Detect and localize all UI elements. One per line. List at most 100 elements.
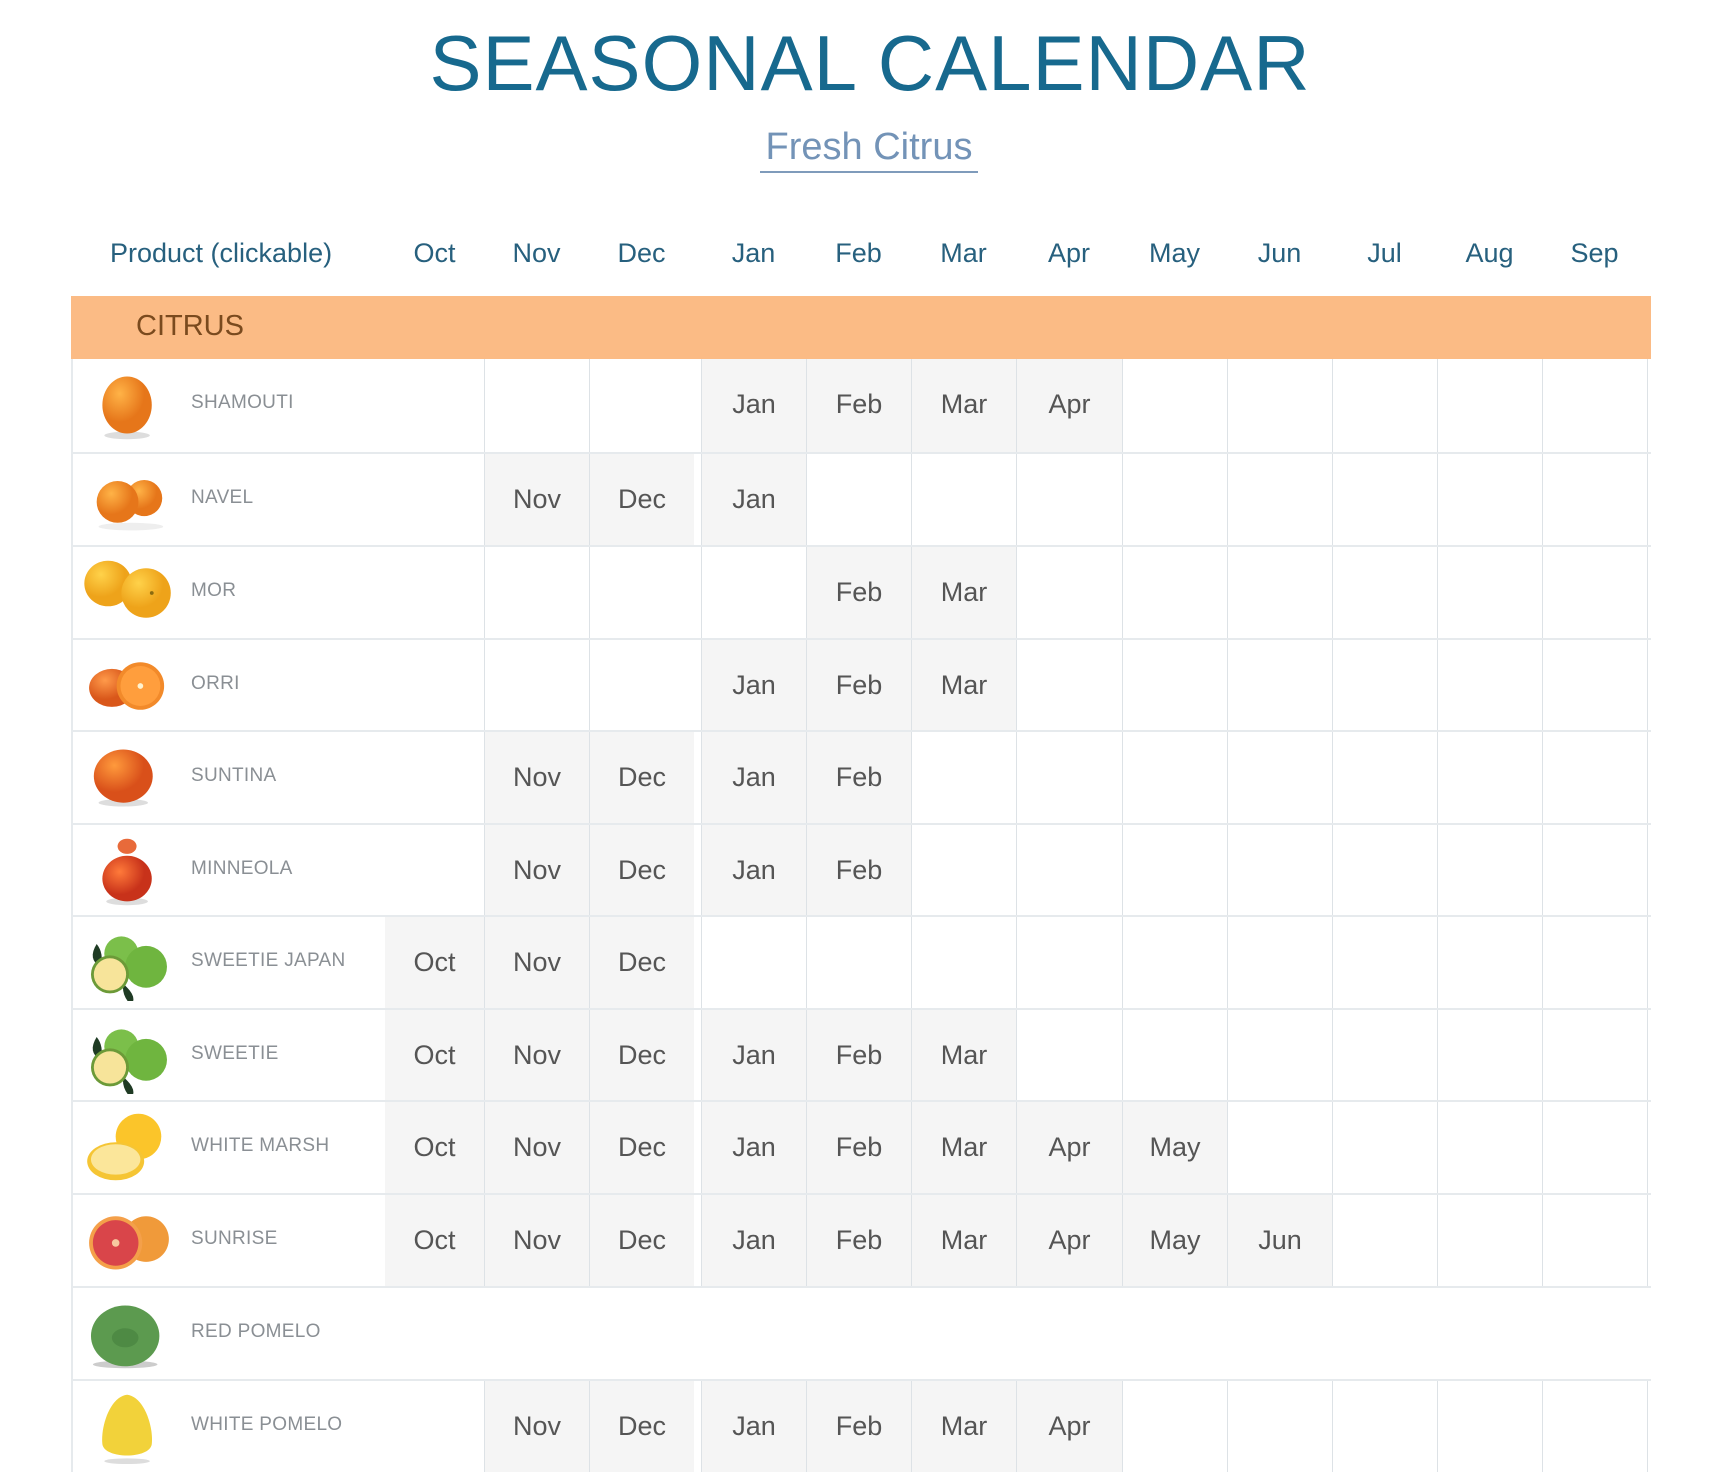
season-cell-jan — [701, 917, 806, 1008]
product-link-white-pomelo[interactable]: WHITE POMELO — [71, 1381, 385, 1472]
season-cell-jun — [1227, 1288, 1332, 1379]
product-link-suntina[interactable]: SUNTINA — [71, 732, 385, 823]
season-cell-jan: Jan — [701, 640, 806, 731]
season-cell-jan: Jan — [701, 359, 806, 452]
season-cell-jun — [1227, 917, 1332, 1008]
season-cell-sep — [1542, 1010, 1647, 1101]
season-cell-feb: Feb — [806, 640, 911, 731]
season-cell-dec: Dec — [589, 454, 694, 545]
season-cell-oct — [385, 825, 484, 916]
season-cell-oct — [385, 1288, 484, 1379]
season-cell-jul — [1332, 732, 1437, 823]
product-name: SHAMOUTI — [191, 392, 294, 413]
minneola-icon — [81, 833, 176, 909]
product-link-orri[interactable]: ORRI — [71, 640, 385, 731]
orange-icon — [81, 367, 176, 443]
season-cell-mar — [911, 1288, 1016, 1379]
product-link-shamouti[interactable]: SHAMOUTI — [71, 359, 385, 452]
season-cell-mar: Mar — [911, 359, 1016, 452]
grid-right-border — [1647, 917, 1648, 1008]
season-cell-dec: Dec — [589, 732, 694, 823]
season-cell-feb: Feb — [806, 1102, 911, 1193]
product-link-white-marsh[interactable]: WHITE MARSH — [71, 1102, 385, 1193]
product-link-mor[interactable]: MOR — [71, 547, 385, 638]
season-cell-may — [1122, 547, 1227, 638]
month-header-jul: Jul — [1367, 238, 1402, 268]
product-link-red-pomelo[interactable]: RED POMELO — [71, 1288, 385, 1379]
red-grapefruit-icon — [81, 1203, 176, 1279]
season-cell-sep — [1542, 825, 1647, 916]
season-cell-aug — [1437, 640, 1542, 731]
category-bar-citrus: CITRUS — [71, 296, 1651, 359]
month-header-aug: Aug — [1465, 238, 1514, 268]
season-cell-aug — [1437, 917, 1542, 1008]
season-cell-oct — [385, 359, 484, 452]
season-cell-sep — [1542, 1195, 1647, 1286]
season-cell-oct: Oct — [385, 1195, 484, 1286]
season-cell-jan — [701, 547, 806, 638]
product-row: SWEETIE Oct Nov Dec Jan Feb Mar — [71, 1008, 1651, 1101]
season-cell-apr: Apr — [1016, 1102, 1122, 1193]
season-cell-sep — [1542, 1102, 1647, 1193]
season-cell-sep — [1542, 359, 1647, 452]
season-cell-jun — [1227, 640, 1332, 731]
product-row: MINNEOLA Nov Dec Jan Feb — [71, 823, 1651, 916]
subtitle-link[interactable]: Fresh Citrus — [760, 126, 978, 173]
season-cell-mar — [911, 825, 1016, 916]
season-cell-nov — [484, 547, 589, 638]
season-cell-nov: Nov — [484, 1381, 589, 1472]
season-cell-mar — [911, 917, 1016, 1008]
season-cell-sep — [1542, 917, 1647, 1008]
season-cell-jul — [1332, 825, 1437, 916]
season-cell-jan: Jan — [701, 1102, 806, 1193]
sweetie-icon — [81, 1018, 176, 1098]
season-cell-may — [1122, 1381, 1227, 1472]
grid-right-border — [1647, 825, 1648, 916]
season-cell-aug — [1437, 732, 1542, 823]
product-name: SWEETIE JAPAN — [191, 950, 346, 971]
grid-right-border — [1647, 732, 1648, 823]
grid-right-border — [1647, 1381, 1648, 1472]
product-name: RED POMELO — [191, 1321, 321, 1342]
season-cell-feb: Feb — [806, 1381, 911, 1472]
season-cell-aug — [1437, 1381, 1542, 1472]
season-cell-oct — [385, 1381, 484, 1472]
category-label: CITRUS — [136, 310, 244, 342]
season-cell-jul — [1332, 1195, 1437, 1286]
season-cell-aug — [1437, 454, 1542, 545]
month-header-dec: Dec — [617, 238, 666, 268]
grid-right-border — [1647, 640, 1648, 731]
product-link-minneola[interactable]: MINNEOLA — [71, 825, 385, 916]
season-cell-aug — [1437, 1010, 1542, 1101]
season-cell-jan — [701, 1288, 806, 1379]
season-cell-jul — [1332, 1010, 1437, 1101]
season-cell-feb — [806, 1288, 911, 1379]
season-cell-mar: Mar — [911, 640, 1016, 731]
product-column-header: Product (clickable) — [110, 238, 333, 268]
grid-right-border — [1647, 1010, 1648, 1101]
season-cell-dec: Dec — [589, 1102, 694, 1193]
season-cell-may — [1122, 732, 1227, 823]
season-cell-jul — [1332, 1381, 1437, 1472]
season-cell-nov — [484, 1288, 589, 1379]
product-link-sunrise[interactable]: SUNRISE — [71, 1195, 385, 1286]
product-row: SHAMOUTI Jan Feb Mar Apr — [71, 359, 1651, 452]
season-cell-nov — [484, 359, 589, 452]
season-cell-jul — [1332, 359, 1437, 452]
season-cell-apr: Apr — [1016, 1381, 1122, 1472]
grid-right-border — [1647, 359, 1648, 452]
product-link-sweetie-japan[interactable]: SWEETIE JAPAN — [71, 917, 385, 1008]
season-cell-may — [1122, 359, 1227, 452]
product-link-sweetie[interactable]: SWEETIE — [71, 1010, 385, 1101]
season-cell-feb — [806, 917, 911, 1008]
season-cell-oct — [385, 454, 484, 545]
page-title: SEASONAL CALENDAR — [429, 19, 1311, 107]
product-row: RED POMELO — [71, 1286, 1651, 1379]
season-cell-sep — [1542, 547, 1647, 638]
season-cell-dec: Dec — [589, 1010, 694, 1101]
season-cell-apr — [1016, 1010, 1122, 1101]
season-cell-aug — [1437, 825, 1542, 916]
season-cell-apr: Apr — [1016, 1195, 1122, 1286]
product-link-navel[interactable]: NAVEL — [71, 454, 385, 545]
season-cell-oct — [385, 547, 484, 638]
